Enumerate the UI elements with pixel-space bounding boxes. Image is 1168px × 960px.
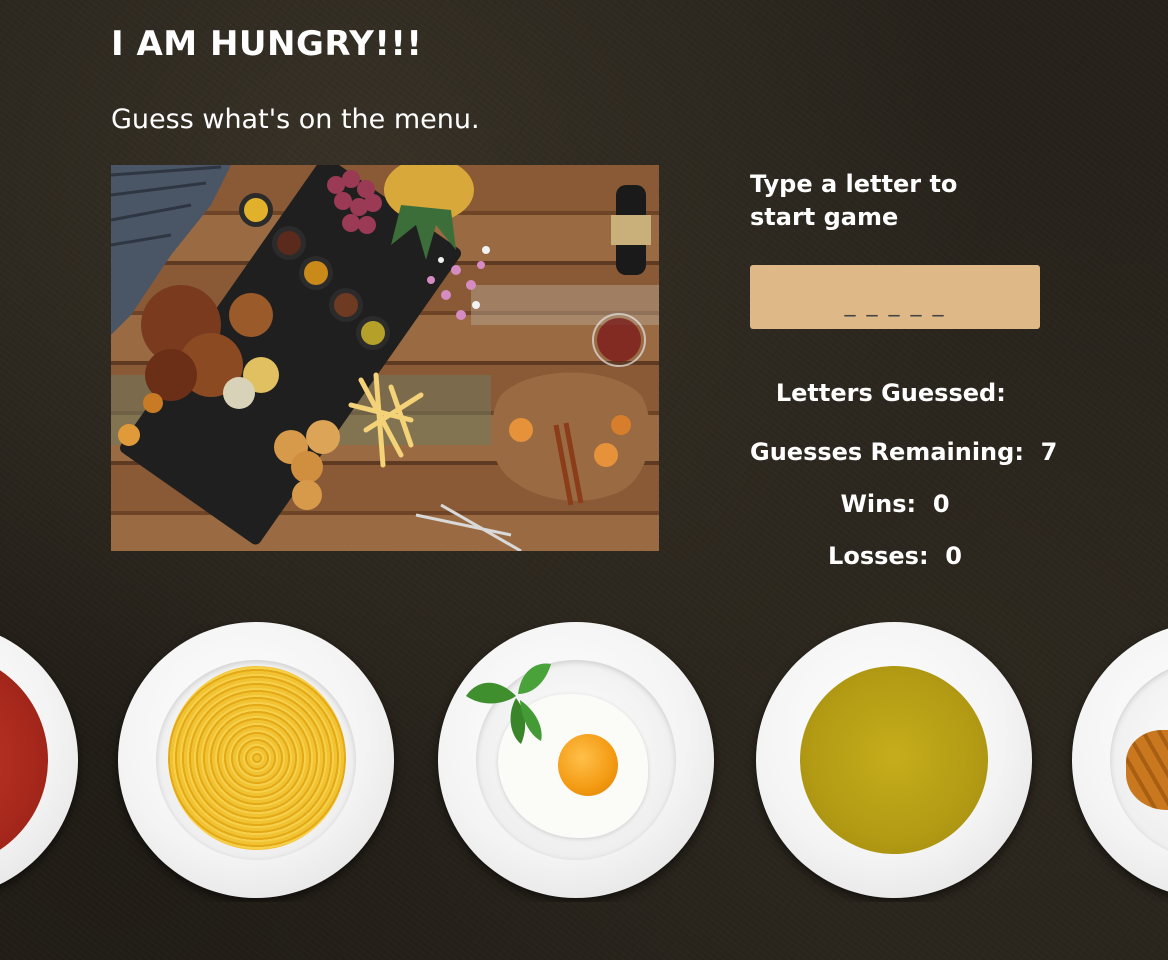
wins-count: Wins: 0 — [750, 490, 1040, 518]
egg-yolk — [558, 734, 618, 796]
page-title: I AM HUNGRY!!! — [111, 24, 423, 64]
page-subtitle: Guess what's on the menu. — [111, 104, 480, 135]
basil-icon — [466, 663, 551, 744]
pea-soup-plate — [756, 622, 1032, 898]
wins-label: Wins: — [840, 490, 917, 518]
spaghetti-plate — [118, 622, 394, 898]
losses-value: 0 — [945, 542, 962, 570]
spaghetti — [168, 666, 346, 850]
guesses-remaining: Guesses Remaining: 7 — [750, 438, 1057, 466]
croissant-plate — [1072, 622, 1168, 898]
plates-row — [0, 622, 1168, 902]
feast-table-photo — [111, 165, 659, 551]
word-display: _ _ _ _ _ — [750, 265, 1040, 329]
pea-soup — [800, 666, 988, 854]
guesses-remaining-value: 7 — [1040, 438, 1058, 466]
letters-guessed: Letters Guessed: — [750, 379, 1040, 407]
start-prompt: Type a letter to start game — [750, 170, 958, 231]
guesses-remaining-label: Guesses Remaining: — [750, 438, 1024, 466]
fried-egg-plate — [438, 622, 714, 898]
losses-count: Losses: 0 — [750, 542, 1040, 570]
tomato-soup-plate — [0, 622, 78, 898]
losses-label: Losses: — [828, 542, 929, 570]
wins-value: 0 — [932, 490, 950, 518]
tomato-soup — [0, 652, 48, 868]
letters-guessed-label: Letters Guessed: — [775, 379, 1006, 407]
game-panel: Type a letter to start game _ _ _ _ _ Le… — [750, 168, 1057, 570]
